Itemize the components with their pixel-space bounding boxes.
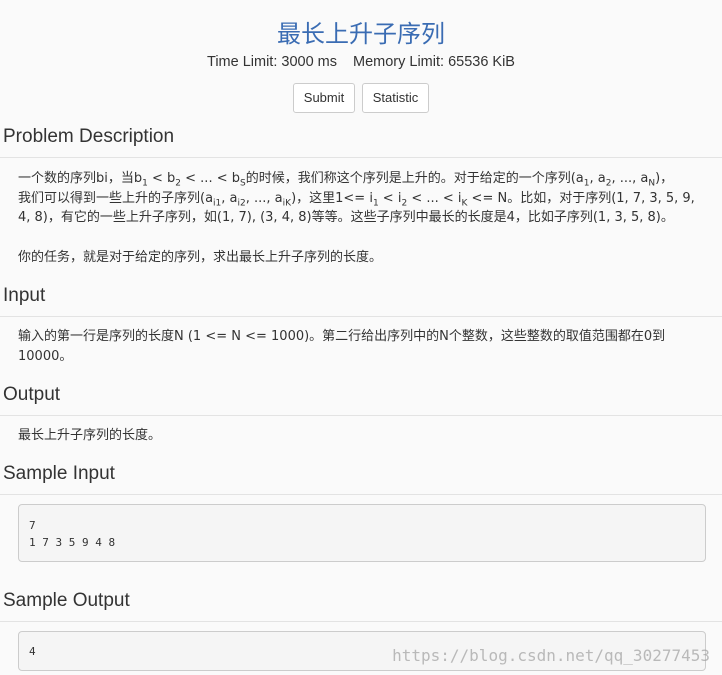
memory-limit: Memory Limit: 65536 KiB (353, 54, 515, 70)
description-text: 一个数的序列bi，当b1 < b2 < ... < bS的时候，我们称这个序列是… (18, 171, 695, 225)
limits-bar: Time Limit: 3000 ms Memory Limit: 65536 K… (0, 54, 722, 70)
sample-input-block: 7 1 7 3 5 9 4 8 (18, 504, 706, 562)
input-text: 输入的第一行是序列的长度N (1 <= N <= 1000)。第二行给出序列中的… (18, 329, 666, 364)
task-text: 你的任务，就是对于给定的序列，求出最长上升子序列的长度。 (18, 250, 383, 265)
page-title: 最长上升子序列 (277, 20, 445, 48)
time-limit: Time Limit: 3000 ms (207, 54, 337, 70)
section-title-output: Output (3, 384, 61, 405)
section-divider (0, 157, 722, 158)
section-title-sample-input: Sample Input (3, 463, 115, 484)
section-divider (0, 415, 722, 416)
watermark: https://blog.csdn.net/qq_30277453 (392, 646, 710, 665)
output-text: 最长上升子序列的长度。 (18, 428, 162, 443)
section-title-sample-output: Sample Output (3, 590, 130, 611)
section-divider (0, 621, 722, 622)
section-title-description: Problem Description (3, 126, 175, 147)
statistic-button[interactable]: Statistic (361, 83, 430, 113)
section-title-input: Input (3, 285, 46, 306)
section-divider (0, 494, 722, 495)
action-buttons: Submit Statistic (0, 83, 722, 113)
section-divider (0, 316, 722, 317)
submit-button[interactable]: Submit (292, 83, 356, 113)
